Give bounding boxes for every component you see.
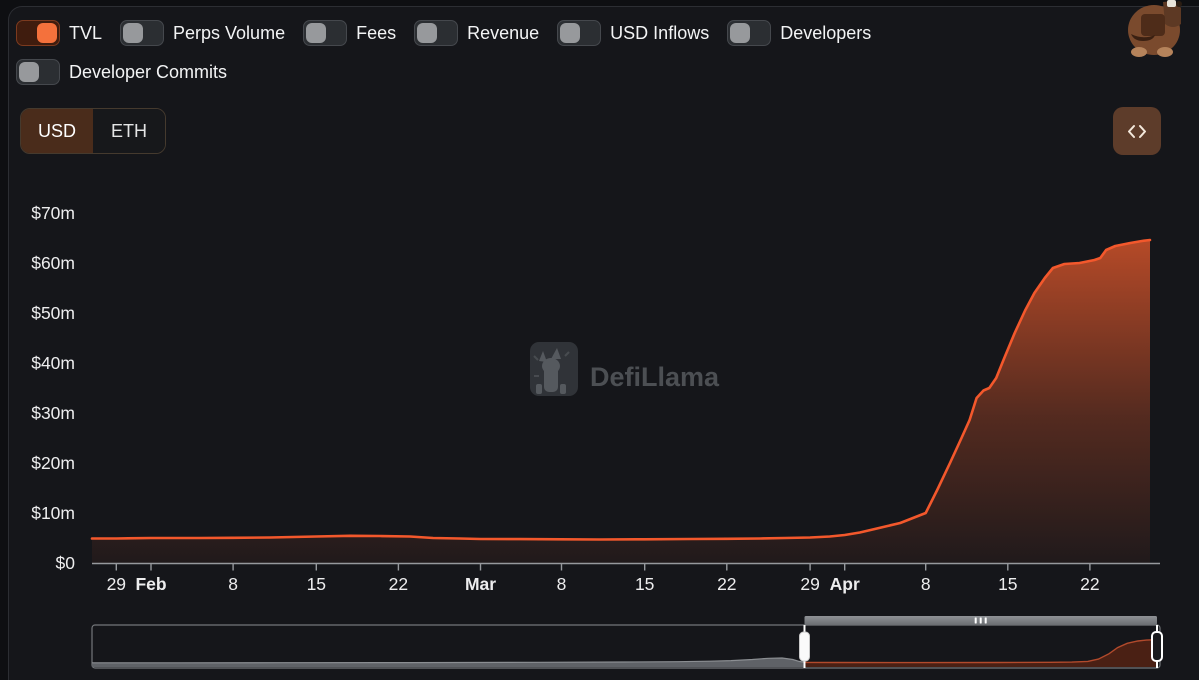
currency-eth-tab[interactable]: ETH bbox=[93, 109, 165, 153]
brush-right-handle[interactable] bbox=[1152, 632, 1162, 661]
x-axis-label: 22 bbox=[389, 574, 408, 594]
toggle-knob bbox=[123, 23, 143, 43]
y-axis-label: $50m bbox=[31, 303, 75, 323]
y-axis-label: $60m bbox=[31, 253, 75, 273]
y-axis-labels: $0 $10m $20m $30m $40m $50m $60m $70m bbox=[31, 203, 75, 573]
legend-item-revenue[interactable]: Revenue bbox=[414, 20, 539, 46]
x-axis-label: 29 bbox=[800, 574, 819, 594]
legend-label: TVL bbox=[69, 20, 102, 46]
y-axis-label: $70m bbox=[31, 203, 75, 223]
x-axis-label: Feb bbox=[135, 574, 166, 594]
legend-label: Developers bbox=[780, 20, 871, 46]
legend-label: Perps Volume bbox=[173, 20, 285, 46]
code-chevrons-icon bbox=[1127, 124, 1147, 139]
fees-toggle[interactable] bbox=[303, 20, 347, 46]
y-axis-label: $0 bbox=[56, 553, 76, 573]
toggle-knob bbox=[560, 23, 580, 43]
llama-mascot-icon bbox=[1123, 0, 1189, 58]
y-axis-label: $40m bbox=[31, 353, 75, 373]
x-axis-label: Mar bbox=[465, 574, 496, 594]
x-axis-label: 15 bbox=[998, 574, 1017, 594]
legend-label: Fees bbox=[356, 20, 396, 46]
x-axis-label: Apr bbox=[830, 574, 860, 594]
currency-usd-tab[interactable]: USD bbox=[21, 109, 93, 153]
legend-item-developers[interactable]: Developers bbox=[727, 20, 871, 46]
tvl-toggle[interactable] bbox=[16, 20, 60, 46]
defillama-watermark: DefiLlama bbox=[530, 342, 720, 396]
legend-label: USD Inflows bbox=[610, 20, 709, 46]
developer-commits-toggle[interactable] bbox=[16, 59, 60, 85]
legend-item-developer-commits[interactable]: Developer Commits bbox=[16, 59, 227, 85]
defillama-chart-panel: DefiLlama 29 Feb 8 15 22 Mar 8 15 22 29 Apr 8 15 22 $… bbox=[0, 0, 1199, 680]
embed-code-button[interactable] bbox=[1113, 107, 1161, 155]
legend-item-tvl[interactable]: TVL bbox=[16, 20, 102, 46]
toggle-knob bbox=[306, 23, 326, 43]
legend-item-usd-inflows[interactable]: USD Inflows bbox=[557, 20, 709, 46]
legend-item-perps-volume[interactable]: Perps Volume bbox=[120, 20, 285, 46]
legend-label: Developer Commits bbox=[69, 59, 227, 85]
legend-row-1: TVL Perps Volume Fees Revenue USD Inflows Dev… bbox=[16, 20, 871, 46]
x-axis-label: 29 bbox=[107, 574, 126, 594]
perps-volume-toggle[interactable] bbox=[120, 20, 164, 46]
brush-grip-icon[interactable] bbox=[975, 618, 987, 624]
brush-left-handle[interactable] bbox=[800, 632, 810, 661]
usd-inflows-toggle[interactable] bbox=[557, 20, 601, 46]
currency-toggle: USD ETH bbox=[20, 108, 166, 154]
toggle-knob bbox=[19, 62, 39, 82]
x-axis-label: 8 bbox=[557, 574, 567, 594]
tvl-chart[interactable]: DefiLlama 29 Feb 8 15 22 Mar 8 15 22 29 Apr 8 15 22 $… bbox=[0, 0, 1199, 680]
x-axis-label: 15 bbox=[307, 574, 326, 594]
y-axis-label: $30m bbox=[31, 403, 75, 423]
tvl-area-fill bbox=[92, 240, 1150, 563]
legend-label: Revenue bbox=[467, 20, 539, 46]
x-axis-label: 15 bbox=[635, 574, 654, 594]
x-axis-label: 22 bbox=[717, 574, 736, 594]
x-axis-ticks bbox=[116, 564, 1090, 571]
y-axis-label: $10m bbox=[31, 503, 75, 523]
toggle-knob bbox=[37, 23, 57, 43]
developers-toggle[interactable] bbox=[727, 20, 771, 46]
x-axis-label: 8 bbox=[921, 574, 931, 594]
y-axis-label: $20m bbox=[31, 453, 75, 473]
watermark-text: DefiLlama bbox=[590, 362, 720, 392]
x-axis-label: 8 bbox=[228, 574, 238, 594]
legend-item-fees[interactable]: Fees bbox=[303, 20, 396, 46]
toggle-knob bbox=[417, 23, 437, 43]
toggle-knob bbox=[730, 23, 750, 43]
x-axis-label: 22 bbox=[1080, 574, 1099, 594]
timeline-brush[interactable] bbox=[92, 616, 1162, 668]
revenue-toggle[interactable] bbox=[414, 20, 458, 46]
legend-row-2: Developer Commits bbox=[16, 59, 227, 85]
x-axis-labels: 29 Feb 8 15 22 Mar 8 15 22 29 Apr 8 15 22 bbox=[107, 574, 1100, 594]
